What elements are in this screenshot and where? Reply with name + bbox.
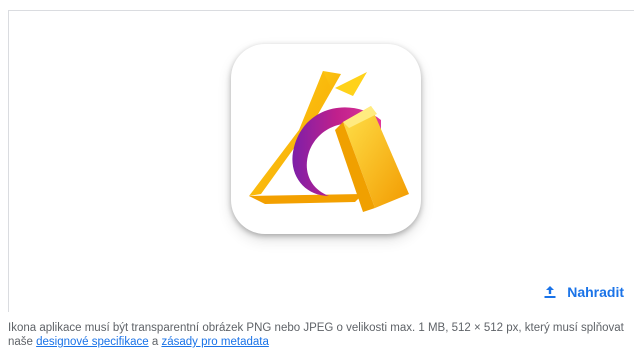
upload-icon <box>543 285 557 299</box>
app-icon-preview <box>231 44 421 234</box>
app-logo-image <box>249 71 409 212</box>
replace-button-label: Nahradit <box>567 284 624 300</box>
icon-requirements-help: Ikona aplikace musí být transparentní ob… <box>8 321 628 349</box>
metadata-policy-link[interactable]: zásady pro metadata <box>161 336 268 348</box>
replace-button[interactable]: Nahradit <box>539 282 628 302</box>
design-specifications-link[interactable]: designové specifikace <box>36 336 149 348</box>
icon-upload-area[interactable]: Nahradit <box>8 10 634 312</box>
help-text-conjunction: a <box>148 336 162 348</box>
